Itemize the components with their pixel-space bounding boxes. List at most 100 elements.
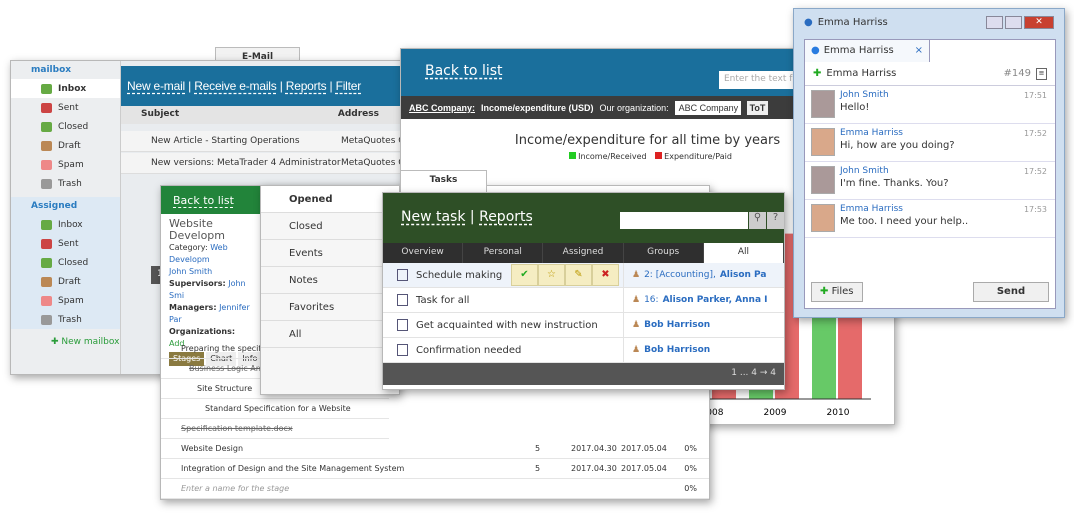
- add-contact-icon[interactable]: ✚: [813, 68, 821, 79]
- reports-link[interactable]: Reports: [479, 209, 533, 225]
- assignee-link[interactable]: Alison Parker, Anna I: [663, 295, 768, 305]
- stage-row[interactable]: Standard Specification for a Website: [161, 401, 389, 419]
- stage-row[interactable]: Enter a name for the stage 0%: [161, 481, 709, 499]
- task-assignees: ♟ 2: [Accounting], Alison Pa: [623, 263, 786, 287]
- chat-message: Emma Harriss Hi, how are you doing? 17:52: [805, 124, 1055, 162]
- folder-label: Sent: [58, 238, 79, 249]
- list-icon[interactable]: ≡: [1036, 67, 1047, 80]
- search-icon[interactable]: ⚲: [749, 212, 766, 229]
- help-icon[interactable]: ?: [767, 212, 784, 229]
- email-subject: New Article - Starting Operations: [151, 136, 300, 146]
- sender-name[interactable]: Emma Harriss: [840, 128, 955, 138]
- pager[interactable]: 1 ... 4 → 4: [383, 363, 784, 385]
- folder-inbox[interactable]: Inbox: [11, 215, 120, 234]
- folder-spam[interactable]: Spam: [11, 291, 120, 310]
- filter-notes[interactable]: Notes: [261, 267, 399, 294]
- filter-favorites[interactable]: Favorites: [261, 294, 399, 321]
- complete-icon[interactable]: ✔: [511, 264, 538, 286]
- tab-all[interactable]: All: [703, 243, 785, 263]
- stage-row[interactable]: Integration of Design and the Site Manag…: [161, 461, 709, 479]
- folder-sent[interactable]: Sent: [11, 234, 120, 253]
- stage-row[interactable]: Specification template.docx: [161, 421, 389, 439]
- assigned-group[interactable]: Assigned: [11, 197, 120, 215]
- delete-icon[interactable]: ✖: [592, 264, 619, 286]
- new-mailbox-link[interactable]: ✚ New mailbox: [11, 329, 120, 347]
- address-header[interactable]: Address: [338, 109, 379, 121]
- folder-closed[interactable]: Closed: [11, 253, 120, 272]
- close-tab-icon[interactable]: ×: [915, 45, 923, 57]
- folder-icon: [41, 159, 52, 170]
- x-tick-label: 2010: [827, 408, 850, 418]
- email-tab[interactable]: E-Mail: [215, 47, 300, 62]
- tab-groups[interactable]: Groups: [624, 243, 704, 263]
- subject-header[interactable]: Subject: [141, 109, 179, 121]
- folder-sent[interactable]: Sent: [11, 98, 120, 117]
- tab-assigned[interactable]: Assigned: [543, 243, 624, 263]
- folder-closed[interactable]: Closed: [11, 117, 120, 136]
- folder-spam[interactable]: Spam: [11, 155, 120, 174]
- email-row[interactable]: New versions: MetaTrader 4 Administrator…: [121, 153, 439, 174]
- folder-draft[interactable]: Draft: [11, 272, 120, 291]
- task-row[interactable]: Get acquainted with new instruction ♟ Bob …: [383, 313, 784, 338]
- message-text: Hello!: [840, 102, 870, 113]
- task-icon: [397, 294, 408, 306]
- filter-events[interactable]: Events: [261, 240, 399, 267]
- total-button[interactable]: ToT: [746, 100, 769, 115]
- back-to-list-link[interactable]: Back to list: [173, 194, 234, 207]
- send-button[interactable]: Send: [973, 282, 1049, 302]
- tab-overview[interactable]: Overview: [383, 243, 464, 263]
- task-title: Get acquainted with new instruction: [416, 319, 598, 331]
- sender-name[interactable]: Emma Harriss: [840, 204, 968, 214]
- chat-message: Emma Harriss Me too. I need your help.. 17…: [805, 200, 1055, 238]
- tasks-tab[interactable]: Tasks: [400, 170, 487, 192]
- folder-draft[interactable]: Draft: [11, 136, 120, 155]
- assignee-link[interactable]: Bob Harrison: [644, 320, 710, 330]
- filter-link[interactable]: Filter: [336, 79, 362, 93]
- stage-name-input[interactable]: Enter a name for the stage: [181, 484, 289, 498]
- edit-icon[interactable]: ✎: [565, 264, 592, 286]
- task-search-input[interactable]: [620, 212, 748, 229]
- receive-emails-link[interactable]: Receive e-mails: [194, 79, 277, 93]
- owner-link[interactable]: John Smith: [169, 266, 253, 278]
- org-select[interactable]: ABC Company: [674, 100, 741, 115]
- org-label: Our organization:: [599, 102, 669, 113]
- minimize-button[interactable]: [986, 15, 1003, 29]
- close-button[interactable]: ✕: [1024, 15, 1054, 29]
- legend-swatch-expenditure: [655, 152, 663, 159]
- chat-tab[interactable]: ● Emma Harriss ×: [805, 40, 930, 62]
- task-row[interactable]: Schedule making ✔ ☆ ✎ ✖ ♟ 2: [Accounting], Alis…: [383, 263, 784, 288]
- tab-personal[interactable]: Personal: [463, 243, 544, 263]
- person-icon: ♟: [632, 345, 641, 355]
- folder-icon: [41, 140, 52, 151]
- avatar: [811, 166, 835, 194]
- favorite-icon[interactable]: ☆: [538, 264, 565, 286]
- maximize-button[interactable]: [1005, 15, 1022, 29]
- sender-name[interactable]: John Smith: [840, 90, 889, 100]
- stage-pct: 0%: [684, 484, 697, 493]
- assignee-link[interactable]: Bob Harrison: [644, 345, 710, 355]
- mailbox-group[interactable]: mailbox: [11, 61, 120, 79]
- filter-all[interactable]: All: [261, 321, 399, 348]
- folder-label: Closed: [58, 121, 89, 132]
- contact-name: Emma Harriss: [826, 68, 897, 79]
- folder-trash[interactable]: Trash: [11, 310, 120, 329]
- assignee-link[interactable]: Alison Pa: [720, 270, 767, 280]
- reports-link[interactable]: Reports: [286, 79, 327, 93]
- sender-name[interactable]: John Smith: [840, 166, 949, 176]
- back-to-list-link[interactable]: Back to list: [425, 63, 503, 79]
- task-row[interactable]: Confirmation needed ♟ Bob Harrison: [383, 338, 784, 363]
- folder-inbox[interactable]: Inbox: [11, 79, 120, 98]
- folder-label: Sent: [58, 102, 79, 113]
- filter-opened[interactable]: Opened: [261, 186, 399, 213]
- stage-end: 2017.05.04: [621, 464, 667, 473]
- folder-trash[interactable]: Trash: [11, 174, 120, 193]
- files-button[interactable]: ✚ Files: [811, 282, 863, 302]
- new-email-link[interactable]: New e-mail: [127, 79, 185, 93]
- company-link[interactable]: ABC Company:: [409, 103, 475, 113]
- filter-closed[interactable]: Closed: [261, 213, 399, 240]
- stage-pct: 0%: [684, 464, 697, 473]
- email-row[interactable]: New Article - Starting Operations MetaQuo…: [121, 131, 439, 152]
- task-row[interactable]: Task for all ♟ 16: Alison Parker, Anna I: [383, 288, 784, 313]
- new-task-link[interactable]: New task: [401, 209, 465, 225]
- stage-row[interactable]: Website Design 5 2017.04.30 2017.05.04 0%: [161, 441, 709, 459]
